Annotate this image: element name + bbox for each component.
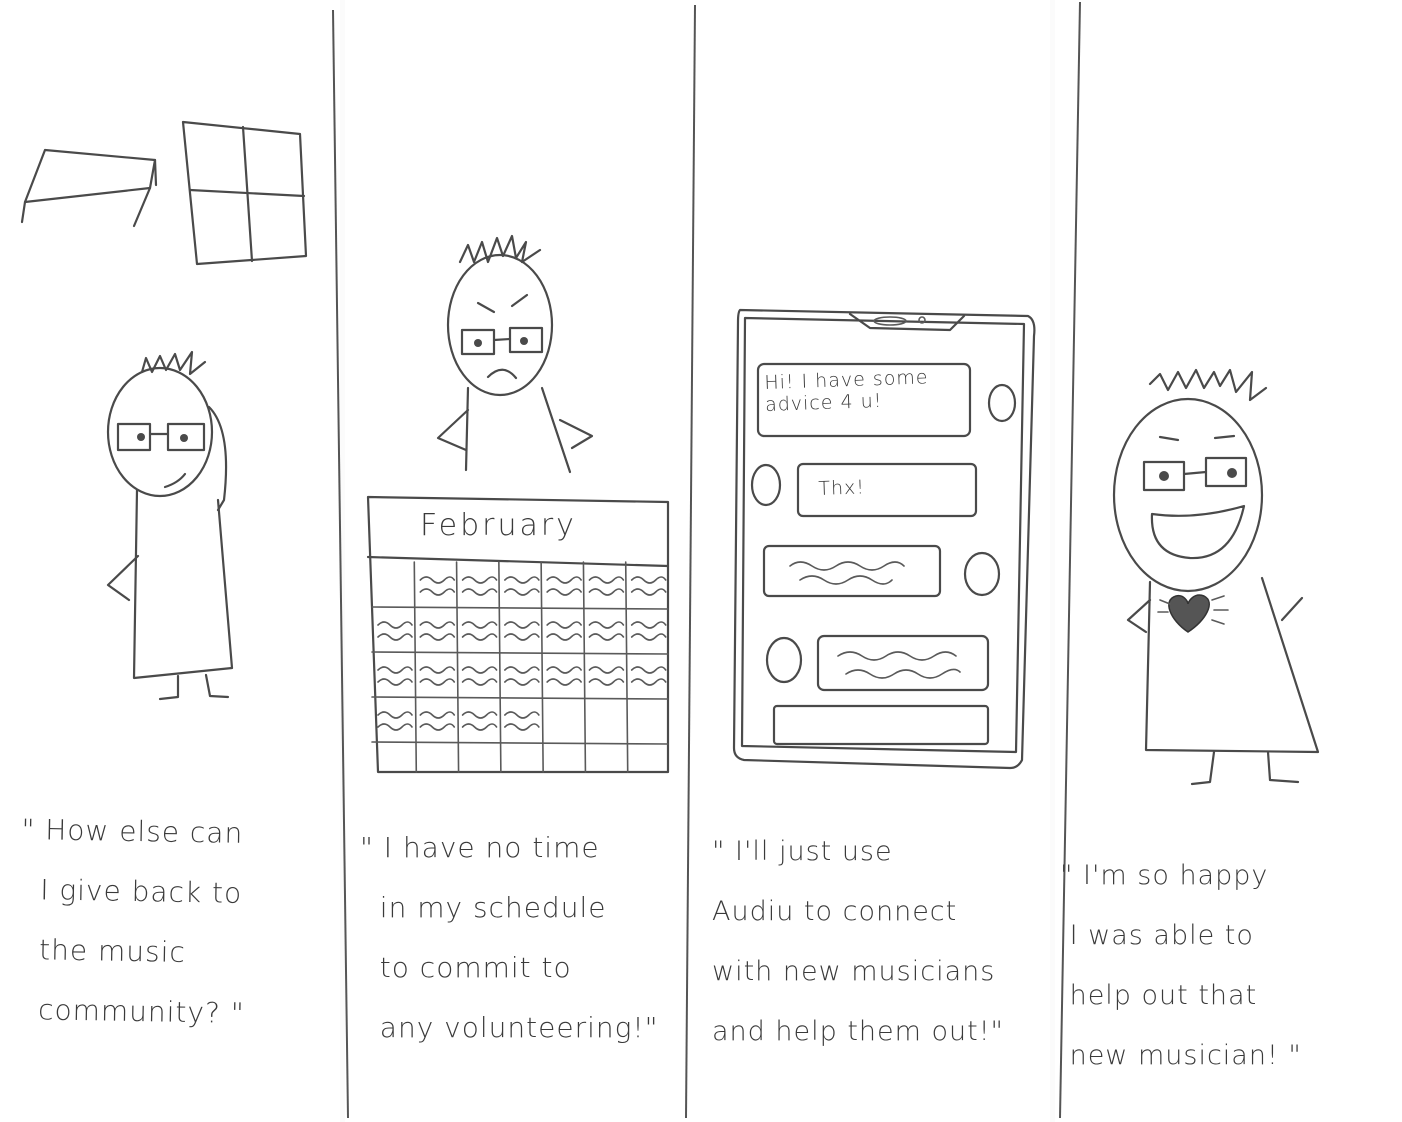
panel-3-caption: " I'll just use Audiu to connect with ne… xyxy=(712,836,1004,1047)
calendar-month-label: February xyxy=(420,508,577,543)
panel-1-caption: " How else can I give back to the music … xyxy=(18,812,245,1030)
chat-reply-text: Thx! xyxy=(818,476,866,500)
panel-2-caption: " I have no time in my schedule to commi… xyxy=(360,831,659,1044)
chat-incoming-text: Hi! I have some advice 4 u! xyxy=(764,366,929,416)
panel-4-caption: " I'm so happy I was able to help out th… xyxy=(1060,860,1302,1071)
storyboard: " How else can I give back to the music … xyxy=(0,0,1402,1122)
